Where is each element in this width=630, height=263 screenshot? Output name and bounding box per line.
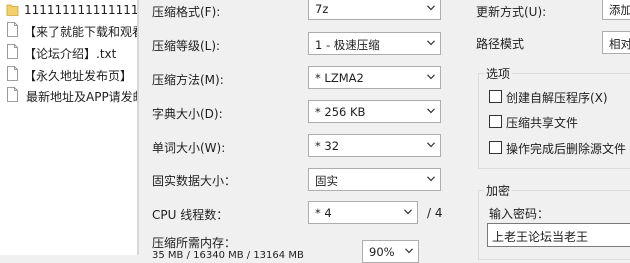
splitter[interactable]	[137, 0, 139, 255]
cpu-threads-select-value: * 4	[315, 206, 332, 220]
options-group-title: 选项	[484, 65, 513, 82]
file-name: 11111111111111111	[24, 3, 137, 17]
memory-detail: 35 MB / 16340 MB / 13164 MB	[152, 250, 304, 261]
solid-size-select[interactable]: 固实	[308, 168, 441, 191]
chevron-down-icon	[427, 5, 435, 11]
word-size-select-value: * 32	[315, 139, 340, 153]
word-size-label: 单词大小(W):	[152, 141, 226, 155]
chevron-down-icon	[427, 40, 435, 46]
dict-size-select[interactable]: * 256 KB	[308, 100, 441, 123]
document-icon	[7, 87, 18, 102]
file-name: 【来了就能下载和观看】	[24, 25, 137, 39]
encryption-group-title: 加密	[484, 182, 513, 199]
cpu-threads-label: CPU 线程数：	[152, 208, 229, 222]
file-list-item[interactable]: 【永久地址发布页】	[0, 64, 137, 84]
create-sfx-checkbox[interactable]	[489, 90, 502, 103]
method-label: 压缩方法(M):	[152, 73, 224, 87]
create-sfx-label: 创建自解压程序(X)	[506, 91, 608, 105]
file-name: 【论坛介绍】.txt	[24, 47, 117, 61]
solid-size-label: 固实数据大小：	[152, 174, 237, 188]
path-mode-label: 路径模式	[476, 37, 525, 51]
chevron-down-icon	[404, 209, 412, 215]
chevron-down-icon	[405, 248, 413, 254]
memory-percent-select[interactable]: 90%	[362, 240, 419, 263]
folder-icon	[6, 4, 19, 16]
document-icon	[7, 44, 18, 59]
update-mode-select[interactable]: 添加	[602, 0, 630, 20]
dict-size-label: 字典大小(D):	[152, 107, 223, 121]
password-input-value: 上老王论坛当老王	[492, 230, 589, 244]
cpu-threads-total: / 4	[427, 206, 443, 220]
path-mode-value: 相对	[609, 37, 630, 51]
level-select-value: 1 - 极速压缩	[315, 38, 380, 52]
file-list-item[interactable]: 【论坛介绍】.txt	[0, 42, 137, 62]
file-list-item[interactable]: 【来了就能下载和观看】	[0, 20, 137, 40]
format-select[interactable]: 7z	[308, 0, 441, 20]
file-list-item[interactable]: 最新地址及APP请发邮件	[0, 85, 137, 105]
compress-shared-checkbox[interactable]	[489, 115, 502, 128]
chevron-down-icon	[427, 142, 435, 148]
file-name: 【永久地址发布页】	[24, 69, 133, 83]
chevron-down-icon	[427, 108, 435, 114]
level-select[interactable]: 1 - 极速压缩	[308, 32, 441, 55]
solid-size-select-value: 固实	[315, 174, 338, 188]
chevron-down-icon	[427, 74, 435, 80]
path-mode-select[interactable]: 相对	[602, 31, 630, 54]
file-list-item[interactable]: 11111111111111111	[0, 0, 137, 20]
password-input[interactable]: 上老王论坛当老王	[487, 223, 630, 247]
method-select[interactable]: * LZMA2	[308, 66, 441, 89]
update-mode-value: 添加	[609, 3, 630, 17]
memory-label: 压缩所需内存：	[152, 236, 237, 250]
document-icon	[7, 22, 18, 37]
cpu-threads-select[interactable]: * 4	[308, 201, 418, 224]
password-label: 输入密码：	[489, 207, 550, 221]
file-list: 11111111111111111 【来了就能下载和观看】 【论坛介绍】.txt…	[0, 0, 137, 255]
memory-percent-value: 90%	[369, 245, 395, 259]
level-label: 压缩等级(L):	[152, 39, 221, 53]
format-label: 压缩格式(F):	[152, 5, 221, 19]
document-icon	[7, 66, 18, 81]
dict-size-select-value: * 256 KB	[315, 105, 366, 119]
method-select-value: * LZMA2	[315, 71, 364, 85]
chevron-down-icon	[427, 176, 435, 182]
delete-after-label: 操作完成后删除源文件	[506, 142, 627, 156]
file-name: 最新地址及APP请发邮件	[26, 90, 137, 104]
word-size-select[interactable]: * 32	[308, 134, 441, 157]
delete-after-checkbox[interactable]	[489, 141, 502, 154]
compress-shared-label: 压缩共享文件	[506, 116, 579, 130]
update-mode-label: 更新方式(U):	[476, 5, 547, 19]
format-select-value: 7z	[315, 2, 329, 16]
